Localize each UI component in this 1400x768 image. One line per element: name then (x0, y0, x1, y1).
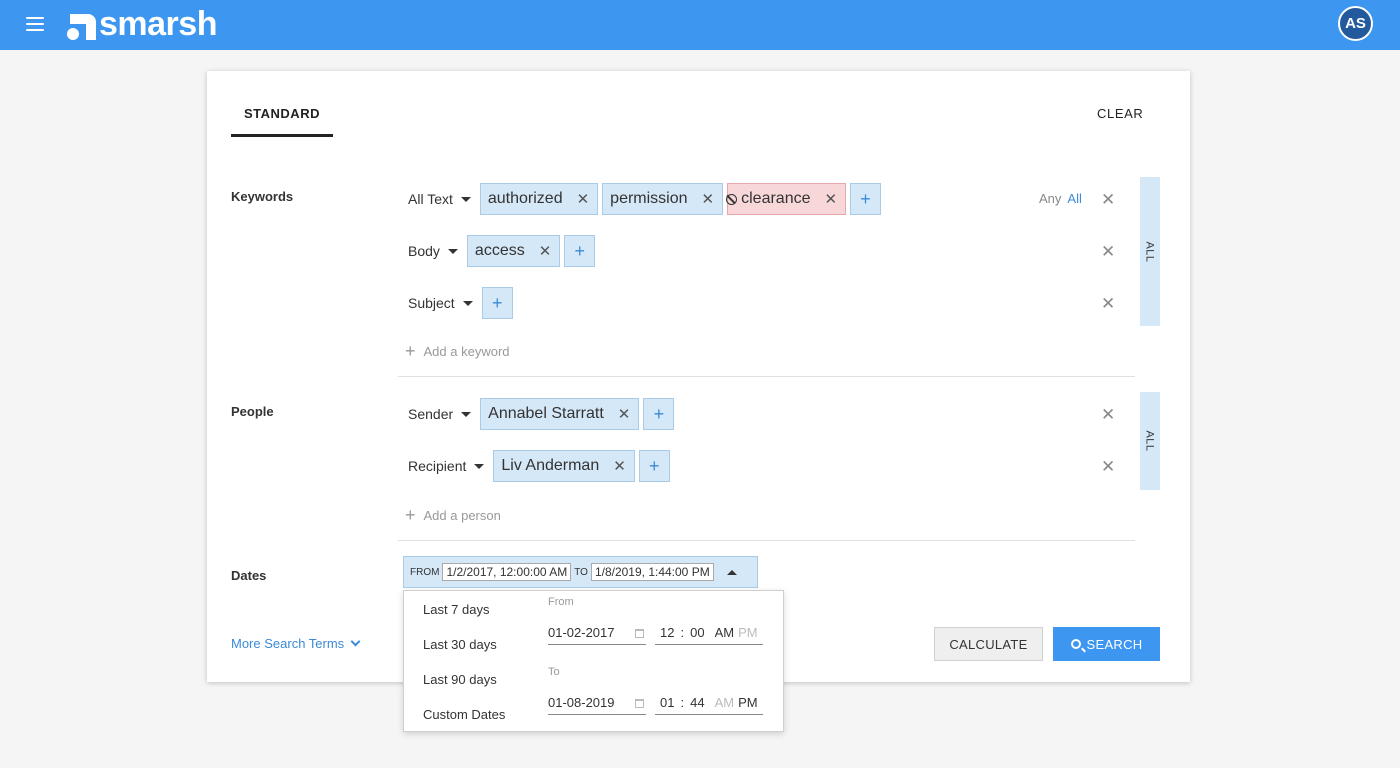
date-picker-dropdown: Last 7 days Last 30 days Last 90 days Cu… (403, 590, 784, 732)
divider (398, 376, 1135, 377)
keywords-label: Keywords (231, 189, 294, 204)
divider (398, 540, 1135, 541)
exclude-icon[interactable] (726, 193, 738, 205)
match-mode-toggle: Any All (1039, 191, 1082, 206)
keyword-row-all-text: All Text authorized ✕ permission ✕ clearan… (398, 183, 882, 215)
to-date-input[interactable]: 01-08-2019 (548, 691, 646, 715)
from-label: From (548, 596, 574, 608)
calculate-button[interactable]: CALCULATE (934, 627, 1043, 661)
remove-chip-icon[interactable]: ✕ (702, 192, 715, 207)
match-any-option[interactable]: Any (1039, 191, 1061, 206)
people-row-sender: Sender Annabel Starratt ✕ + (398, 398, 675, 430)
remove-row-icon[interactable]: ✕ (1101, 243, 1115, 260)
remove-row-icon[interactable]: ✕ (1101, 406, 1115, 423)
preset-last-90-days[interactable]: Last 90 days (423, 672, 497, 687)
add-term-button[interactable]: + (564, 235, 596, 267)
calendar-icon[interactable] (635, 699, 644, 708)
from-date-input[interactable]: 01-02-2017 (548, 621, 646, 645)
remove-row-icon[interactable]: ✕ (1101, 295, 1115, 312)
to-label: To (548, 666, 560, 678)
calendar-icon[interactable] (635, 629, 644, 638)
keyword-chip: access ✕ (466, 235, 561, 267)
from-am-toggle[interactable]: AM (715, 625, 735, 640)
remove-chip-icon[interactable]: ✕ (577, 192, 590, 207)
clear-button[interactable]: CLEAR (1097, 97, 1143, 131)
field-select-recipient[interactable]: Recipient (408, 458, 485, 474)
to-pm-toggle[interactable]: PM (738, 695, 758, 710)
top-app-bar: smarsh AS (0, 0, 1400, 50)
date-range-chip[interactable]: FROM 1/2/2017, 12:00:00 AM TO 1/8/2019, … (403, 556, 758, 588)
user-avatar[interactable]: AS (1338, 6, 1373, 41)
caret-down-icon (474, 463, 485, 469)
caret-down-icon (447, 248, 458, 254)
field-select-sender[interactable]: Sender (408, 406, 472, 422)
remove-chip-icon[interactable]: ✕ (539, 244, 552, 259)
people-all-toggle[interactable]: ALL (1140, 392, 1160, 490)
person-chip: Liv Anderman ✕ (493, 450, 635, 482)
person-chip: Annabel Starratt ✕ (480, 398, 640, 430)
keyword-chip: permission ✕ (602, 183, 724, 215)
keywords-all-toggle[interactable]: ALL (1140, 177, 1160, 326)
to-minute[interactable]: 44 (690, 695, 704, 710)
tab-standard[interactable]: STANDARD (231, 97, 333, 137)
chevron-down-icon (350, 636, 361, 647)
people-label: People (231, 404, 274, 419)
keyword-row-subject: Subject + (398, 287, 513, 319)
plus-icon: + (405, 505, 416, 525)
field-select-subject[interactable]: Subject (408, 295, 473, 311)
logo-mark-icon (66, 8, 98, 40)
excluded-keyword-chip: clearance ✕ (726, 183, 847, 215)
field-select-body[interactable]: Body (408, 243, 458, 259)
keyword-chip: authorized ✕ (479, 183, 599, 215)
plus-icon: + (405, 341, 416, 361)
preset-custom-dates[interactable]: Custom Dates (423, 707, 505, 722)
from-hour[interactable]: 12 (660, 625, 674, 640)
to-am-toggle[interactable]: AM (715, 695, 735, 710)
add-person-term-button[interactable]: + (643, 398, 675, 430)
dates-label: Dates (231, 568, 267, 583)
remove-chip-icon[interactable]: ✕ (618, 407, 631, 422)
menu-icon[interactable] (26, 16, 44, 32)
from-time-input[interactable]: 12:00 AM PM (655, 621, 763, 645)
from-pm-toggle[interactable]: PM (738, 625, 758, 640)
smarsh-logo[interactable]: smarsh (66, 4, 217, 44)
match-all-option[interactable]: All (1067, 191, 1081, 206)
add-person-term-button[interactable]: + (638, 450, 670, 482)
caret-down-icon (460, 196, 471, 202)
logo-text: smarsh (99, 5, 217, 43)
remove-row-icon[interactable]: ✕ (1101, 458, 1115, 475)
search-button[interactable]: SEARCH (1053, 627, 1160, 661)
remove-chip-icon[interactable]: ✕ (613, 459, 626, 474)
to-hour[interactable]: 01 (660, 695, 674, 710)
to-date-value: 1/8/2019, 1:44:00 PM (590, 563, 714, 581)
caret-down-icon (462, 300, 473, 306)
from-minute[interactable]: 00 (690, 625, 704, 640)
add-term-button[interactable]: + (481, 287, 513, 319)
add-person-button[interactable]: + Add a person (405, 505, 501, 526)
more-search-terms-link[interactable]: More Search Terms (231, 636, 361, 651)
caret-up-icon (726, 569, 737, 575)
preset-last-7-days[interactable]: Last 7 days (423, 602, 490, 617)
search-icon (1070, 639, 1081, 649)
preset-last-30-days[interactable]: Last 30 days (423, 637, 497, 652)
to-time-input[interactable]: 01:44 AM PM (655, 691, 763, 715)
keyword-row-body: Body access ✕ + (398, 235, 596, 267)
caret-down-icon (461, 411, 472, 417)
people-row-recipient: Recipient Liv Anderman ✕ + (398, 450, 670, 482)
remove-row-icon[interactable]: ✕ (1101, 191, 1115, 208)
remove-chip-icon[interactable]: ✕ (824, 192, 837, 207)
add-keyword-button[interactable]: + Add a keyword (405, 341, 510, 362)
from-date-value: 1/2/2017, 12:00:00 AM (442, 563, 572, 581)
add-term-button[interactable]: + (850, 183, 882, 215)
field-select-all-text[interactable]: All Text (408, 191, 471, 207)
